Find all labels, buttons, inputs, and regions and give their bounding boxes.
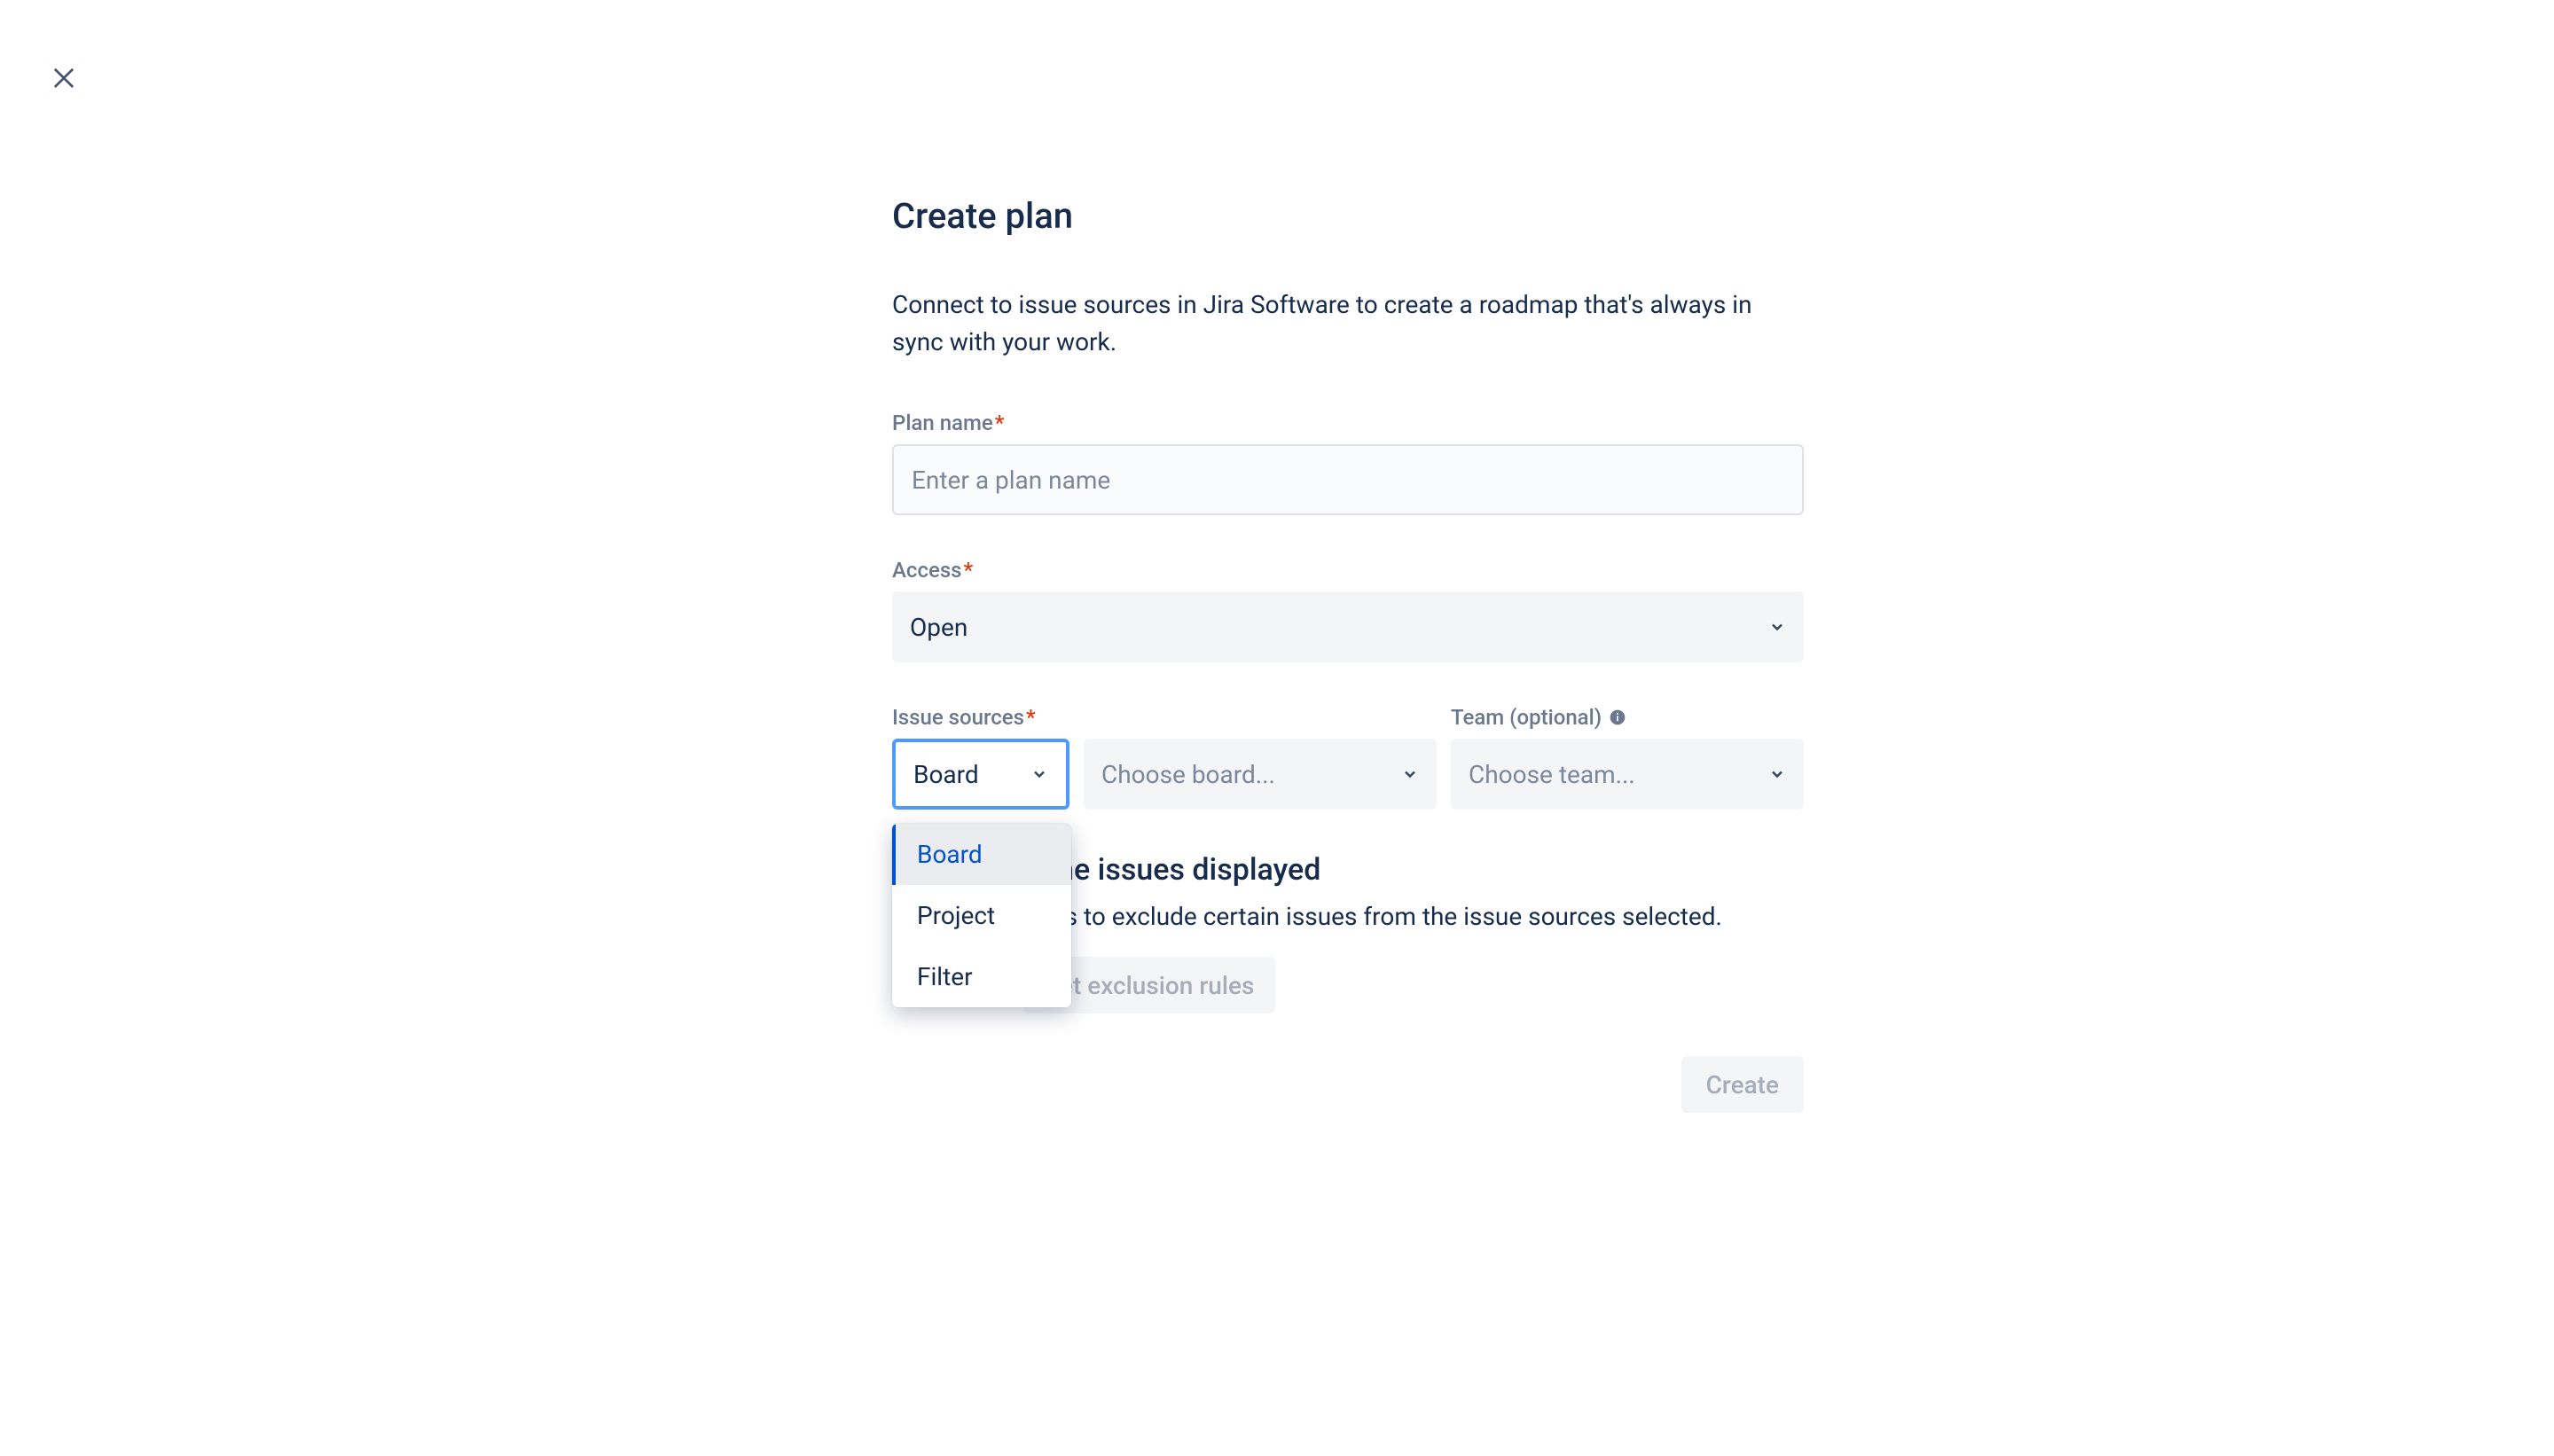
plan-name-label: Plan name* bbox=[892, 411, 1804, 435]
team-label: Team (optional) bbox=[1451, 705, 1804, 730]
create-button-row: Create bbox=[892, 1056, 1804, 1113]
team-column: Team (optional) Choose team... bbox=[1451, 705, 1804, 810]
plan-name-group: Plan name* bbox=[892, 411, 1804, 515]
plan-name-label-text: Plan name bbox=[892, 411, 993, 435]
required-mark: * bbox=[1026, 705, 1036, 730]
team-label-text: Team (optional) bbox=[1451, 705, 1602, 730]
create-plan-modal: Create plan Connect to issue sources in … bbox=[892, 195, 1804, 1113]
close-button[interactable] bbox=[46, 60, 82, 96]
issue-sources-label-text: Issue sources bbox=[892, 705, 1024, 730]
required-mark: * bbox=[964, 558, 974, 583]
plan-name-input[interactable] bbox=[892, 444, 1804, 515]
issue-sources-column: Issue sources* Board Board Project Filte… bbox=[892, 705, 1437, 810]
info-icon[interactable] bbox=[1609, 708, 1626, 726]
source-type-select-wrapper: Board Board Project Filter bbox=[892, 739, 1069, 810]
chevron-down-icon bbox=[1768, 765, 1786, 783]
access-label: Access* bbox=[892, 558, 1804, 583]
chevron-down-icon bbox=[1030, 765, 1048, 783]
team-placeholder: Choose team... bbox=[1469, 760, 1635, 789]
board-select-wrapper: Choose board... bbox=[1084, 739, 1437, 810]
board-placeholder: Choose board... bbox=[1101, 760, 1275, 789]
source-type-dropdown: Board Project Filter bbox=[892, 824, 1071, 1007]
required-mark: * bbox=[995, 411, 1005, 435]
chevron-down-icon bbox=[1401, 765, 1419, 783]
dropdown-option-project[interactable]: Project bbox=[892, 885, 1071, 946]
create-button[interactable]: Create bbox=[1681, 1056, 1804, 1113]
dropdown-option-board[interactable]: Board bbox=[892, 824, 1071, 885]
close-icon bbox=[50, 64, 78, 92]
access-label-text: Access bbox=[892, 558, 962, 583]
sources-select-row: Board Board Project Filter Choose board.… bbox=[892, 739, 1437, 810]
refine-description: rules to exclude certain issues from the… bbox=[1023, 898, 1804, 935]
source-type-select[interactable]: Board bbox=[892, 739, 1069, 810]
access-group: Access* Open bbox=[892, 558, 1804, 662]
refine-title: efine issues displayed bbox=[1023, 852, 1804, 888]
modal-description: Connect to issue sources in Jira Softwar… bbox=[892, 286, 1804, 361]
issue-sources-row: Issue sources* Board Board Project Filte… bbox=[892, 705, 1804, 810]
access-value: Open bbox=[910, 613, 968, 642]
board-select[interactable]: Choose board... bbox=[1084, 739, 1437, 810]
team-select[interactable]: Choose team... bbox=[1451, 739, 1804, 810]
access-select[interactable]: Open bbox=[892, 591, 1804, 662]
chevron-down-icon bbox=[1768, 618, 1786, 636]
modal-title: Create plan bbox=[892, 195, 1804, 237]
dropdown-option-filter[interactable]: Filter bbox=[892, 946, 1071, 1007]
source-type-value: Board bbox=[913, 760, 979, 789]
refine-content: efine issues displayed rules to exclude … bbox=[1023, 852, 1804, 1014]
issue-sources-label: Issue sources* bbox=[892, 705, 1437, 730]
